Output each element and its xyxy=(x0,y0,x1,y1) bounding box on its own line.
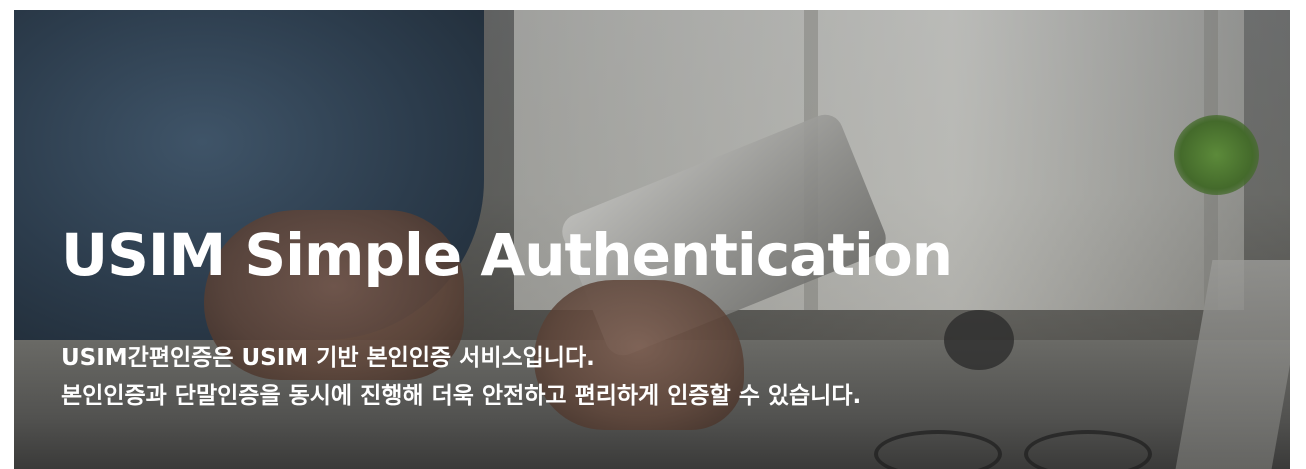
hero-banner: USIM Simple Authentication USIM간편인증은 USI… xyxy=(14,10,1290,469)
plant xyxy=(1174,115,1259,195)
hero-description-line: 본인인증과 단말인증을 동시에 진행해 더욱 안전하고 편리하게 인증할 수 있… xyxy=(61,383,862,409)
hero-description-line: USIM간편인증은 USIM 기반 본인인증 서비스입니다. xyxy=(61,345,595,371)
headphones xyxy=(944,310,1014,370)
hero-title: USIM Simple Authentication xyxy=(61,221,953,289)
hero-content: USIM Simple Authentication USIM간편인증은 USI… xyxy=(61,218,953,415)
hero-description: USIM간편인증은 USIM 기반 본인인증 서비스입니다. 본인인증과 단말인… xyxy=(61,339,952,415)
